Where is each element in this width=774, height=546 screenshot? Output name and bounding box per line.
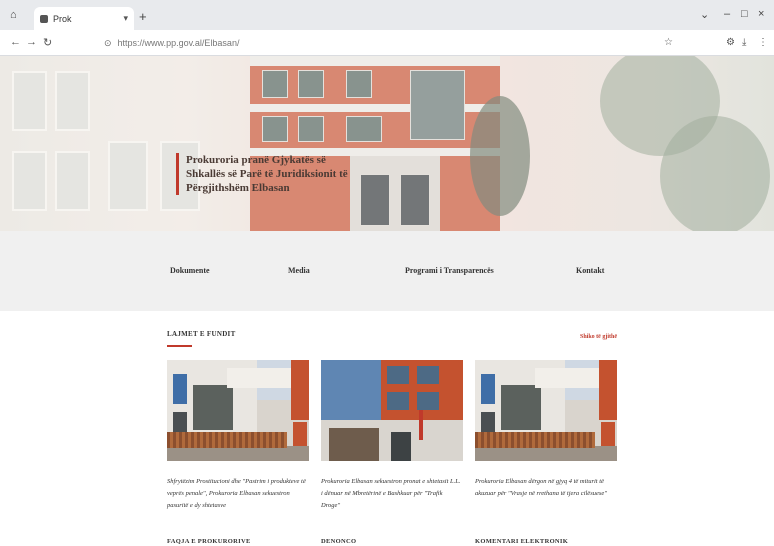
tab-title: Prok [53, 13, 72, 24]
news-caption[interactable]: Prokuroria Elbasan sekuestron pronat e s… [321, 476, 463, 512]
news-section-title: LAJMET E FUNDIT [167, 330, 236, 338]
menu-item-transparency[interactable]: Programi i Transparencës [405, 266, 494, 275]
new-tab-icon[interactable]: + [139, 9, 147, 24]
main-menu: Dokumente Media Programi i Transparencës… [0, 231, 774, 311]
news-thumbnail[interactable] [321, 360, 463, 461]
footer-heading-report[interactable]: DENONCO [321, 538, 356, 545]
maximize-icon[interactable]: □ [741, 8, 748, 20]
close-window-icon[interactable]: × [758, 8, 764, 20]
menu-item-dokumente[interactable]: Dokumente [170, 266, 210, 275]
news-card[interactable]: Shfrytëzim Prostitucioni dhe "Pastrim i … [167, 360, 309, 512]
see-all-news-link[interactable]: Shiko të gjithë [580, 334, 617, 340]
tab-list-icon[interactable]: ⌄ [700, 8, 709, 21]
section-underline [167, 345, 192, 347]
forward-icon[interactable]: → [26, 36, 37, 48]
news-thumbnail[interactable] [167, 360, 309, 461]
hero-banner: Prokuroria pranë Gjykatës së Shkallës së… [0, 56, 774, 231]
url-text: https://www.pp.gov.al/Elbasan/ [117, 38, 240, 48]
footer-heading-electronic-comment[interactable]: KOMENTARI ELEKTRONIK [475, 538, 568, 545]
menu-item-media[interactable]: Media [288, 266, 310, 275]
hero-overlay [0, 56, 774, 231]
browser-tab[interactable]: Prok ▾ [34, 7, 134, 30]
browser-tab-bar: ⌂ Prok ▾ + ⌄ – □ × [0, 0, 774, 30]
address-bar-row: ← → ↻ ⊙ https://www.pp.gov.al/Elbasan/ ☆… [0, 30, 774, 56]
reload-icon[interactable]: ↻ [43, 36, 52, 49]
minimize-icon[interactable]: – [724, 8, 730, 20]
bookmark-star-icon[interactable]: ☆ [664, 37, 673, 48]
news-thumbnail[interactable] [475, 360, 617, 461]
lock-icon: ⊙ [104, 37, 112, 48]
url-field[interactable]: ⊙ https://www.pp.gov.al/Elbasan/ [104, 35, 674, 51]
news-caption[interactable]: Shfrytëzim Prostitucioni dhe "Pastrim i … [167, 476, 309, 512]
close-tab-icon[interactable]: ▾ [123, 13, 128, 24]
news-caption[interactable]: Prokuroria Elbasan dërgon në gjyq 4 të m… [475, 476, 617, 500]
home-icon[interactable]: ⌂ [10, 9, 17, 21]
downloads-icon[interactable]: ⤓ [742, 37, 746, 48]
news-card[interactable]: Prokuroria Elbasan dërgon në gjyq 4 të m… [475, 360, 617, 500]
browser-menu-icon[interactable]: ⋮ [758, 37, 768, 48]
extensions-icon[interactable]: ⚙ [726, 37, 735, 48]
footer-heading-prosecution-pages[interactable]: FAQJA E PROKURORIVE [167, 538, 251, 545]
back-icon[interactable]: ← [10, 36, 21, 48]
news-card[interactable]: Prokuroria Elbasan sekuestron pronat e s… [321, 360, 463, 512]
favicon-icon [40, 14, 48, 23]
hero-title: Prokuroria pranë Gjykatës së Shkallës së… [176, 153, 366, 195]
menu-item-kontakt[interactable]: Kontakt [576, 266, 604, 275]
